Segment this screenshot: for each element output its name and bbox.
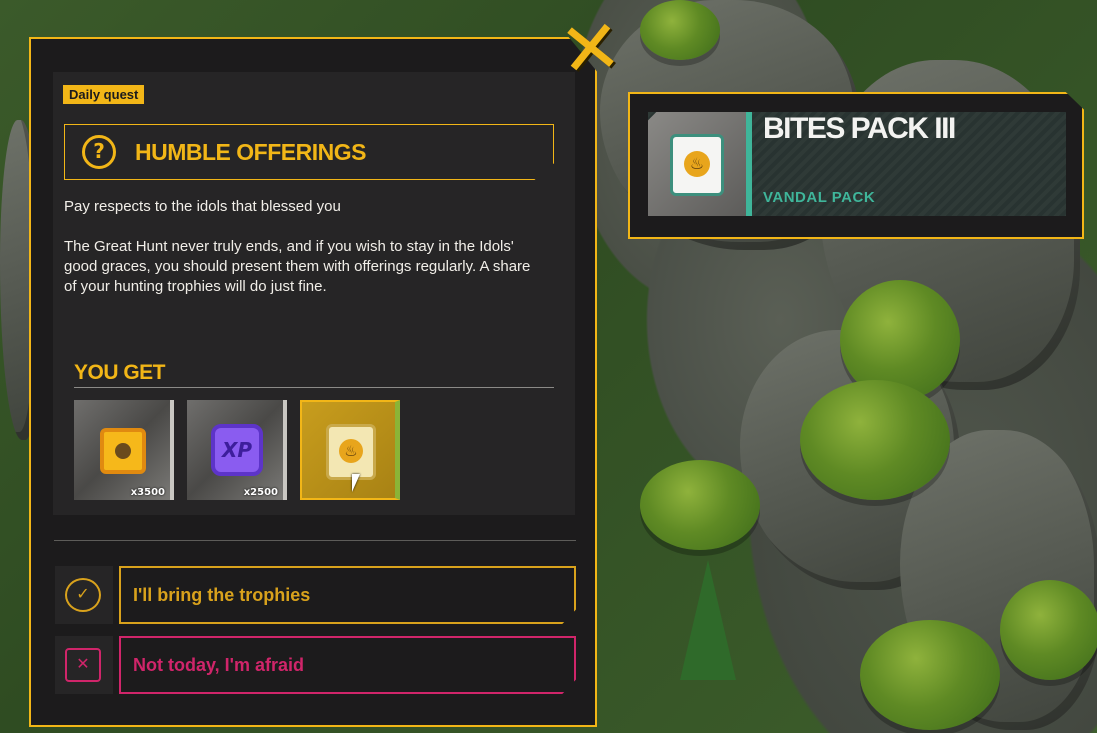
quest-title-box: ? HUMBLE OFFERINGS xyxy=(64,124,554,180)
tooltip-item-frame xyxy=(648,112,752,216)
cancel-x-icon: ✕ xyxy=(65,648,101,682)
bites-pack-chest-icon xyxy=(326,424,376,480)
tooltip-title: BITES PACK III xyxy=(763,112,956,145)
tree xyxy=(640,460,760,550)
mouse-cursor-icon xyxy=(352,474,360,492)
you-get-divider xyxy=(74,387,554,388)
pine-tree xyxy=(680,560,736,680)
reward-slot-bites-pack[interactable] xyxy=(300,400,400,500)
coin-icon xyxy=(100,428,146,474)
tree xyxy=(1000,580,1097,680)
reward-quantity: x2500 xyxy=(243,487,278,498)
daily-quest-badge: Daily quest xyxy=(63,85,145,104)
check-icon: ✓ xyxy=(65,578,101,612)
quest-question-icon: ? xyxy=(82,135,116,169)
bites-pack-chest-icon xyxy=(670,134,724,196)
quest-panel: Daily quest ? HUMBLE OFFERINGS Pay respe… xyxy=(29,37,597,727)
reward-slot-coins[interactable]: x3500 xyxy=(74,400,174,500)
item-tooltip: BITES PACK III VANDAL PACK xyxy=(628,92,1084,239)
quest-description: The Great Hunt never truly ends, and if … xyxy=(64,238,531,295)
tooltip-subtitle: VANDAL PACK xyxy=(763,189,876,206)
decline-quest-label: Not today, I'm afraid xyxy=(133,655,304,675)
tree xyxy=(800,380,950,500)
tree xyxy=(640,0,720,60)
quest-title: HUMBLE OFFERINGS xyxy=(135,139,366,165)
reward-slot-xp[interactable]: XP x2500 xyxy=(187,400,287,500)
options-divider xyxy=(54,540,576,541)
you-get-heading: YOU GET xyxy=(74,361,166,384)
tree xyxy=(860,620,1000,730)
xp-icon: XP xyxy=(211,424,263,476)
reward-quantity: x3500 xyxy=(130,487,165,498)
accept-quest-label: I'll bring the trophies xyxy=(133,585,311,605)
decline-option-icon-box: ✕ xyxy=(55,636,113,694)
quest-subtitle: Pay respects to the idols that blessed y… xyxy=(64,198,341,215)
close-icon[interactable]: ✕ xyxy=(554,3,629,95)
decline-quest-button[interactable]: Not today, I'm afraid xyxy=(119,636,576,694)
accept-quest-button[interactable]: I'll bring the trophies xyxy=(119,566,576,624)
accept-option-icon-box: ✓ xyxy=(55,566,113,624)
